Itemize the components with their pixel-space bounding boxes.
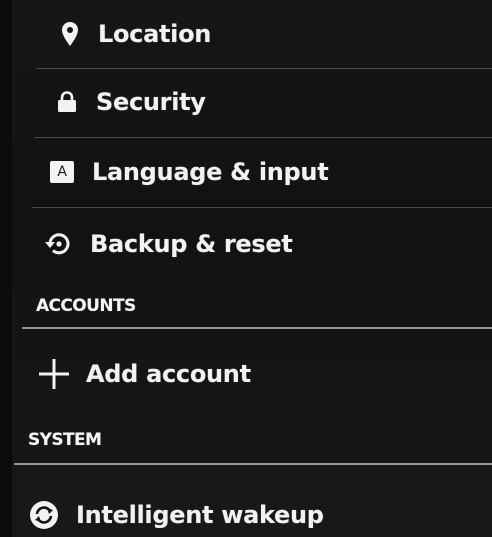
plus-icon [36,357,72,391]
lock-icon [56,91,78,113]
add-account-button[interactable]: Add account [36,353,251,395]
screen-bezel [0,0,12,537]
divider [34,137,492,138]
location-pin-icon [60,21,80,47]
wakeup-icon [28,500,60,530]
section-divider [14,463,492,465]
system-section-header: SYSTEM [28,430,102,450]
language-icon: A [50,161,74,183]
settings-item-backup-reset[interactable]: Backup & reset [44,224,293,264]
divider [32,207,492,208]
section-divider [22,327,492,329]
settings-item-intelligent-wakeup[interactable]: Intelligent wakeup [28,494,324,536]
settings-item-label: Security [96,88,206,116]
settings-item-location[interactable]: Location [60,14,211,54]
accounts-section-header: ACCOUNTS [36,296,136,316]
settings-item-security[interactable]: Security [56,82,206,122]
backup-restore-icon [44,231,72,257]
settings-item-label: Language & input [92,158,329,186]
settings-item-label: Location [98,20,212,48]
settings-item-language-input[interactable]: A Language & input [50,152,329,192]
add-account-label: Add account [86,360,251,388]
settings-item-label: Backup & reset [90,230,293,258]
settings-item-label: Intelligent wakeup [76,501,324,529]
settings-screen: Location Security A Language & input Bac [0,0,492,537]
divider [36,68,492,69]
